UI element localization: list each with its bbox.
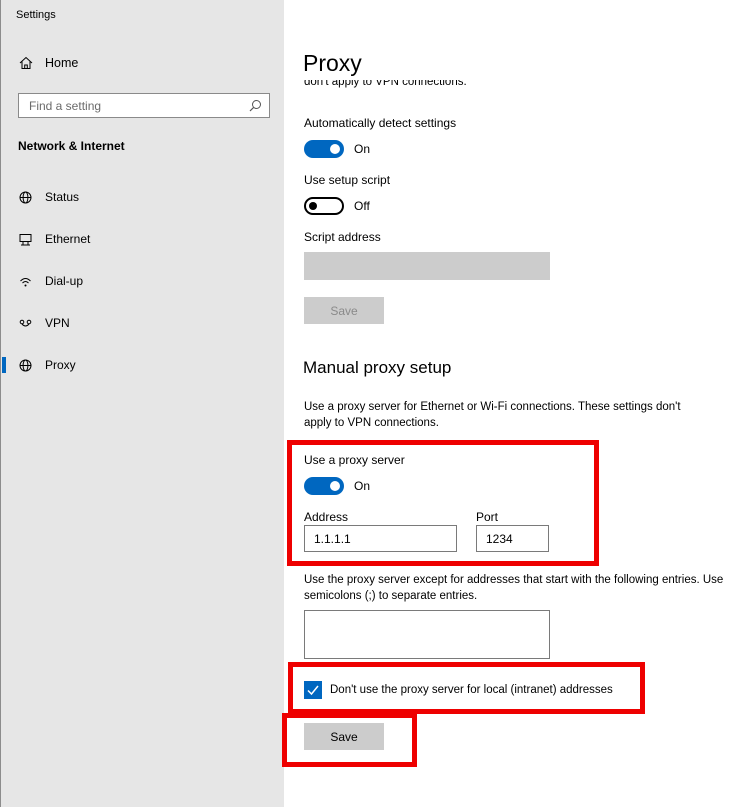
section-heading: Network & Internet bbox=[18, 139, 125, 153]
sidebar-item-label: Dial-up bbox=[45, 274, 84, 288]
manual-proxy-description: Use a proxy server for Ethernet or Wi-Fi… bbox=[304, 401, 681, 429]
search-placeholder: Find a setting bbox=[29, 98, 102, 113]
manual-proxy-heading: Manual proxy setup bbox=[303, 358, 452, 377]
exceptions-description: Use the proxy server except for addresse… bbox=[304, 574, 724, 602]
sidebar-item-label: VPN bbox=[45, 316, 70, 330]
sidebar: Settings Home Find a setting Network & I… bbox=[0, 0, 284, 807]
window-title: Settings bbox=[16, 9, 56, 21]
exceptions-textarea[interactable] bbox=[304, 610, 550, 659]
sidebar-item-label: Proxy bbox=[45, 358, 76, 372]
auto-detect-toggle[interactable] bbox=[304, 140, 344, 158]
search-icon[interactable] bbox=[249, 99, 262, 112]
script-save-button[interactable]: Save bbox=[304, 297, 384, 324]
main-panel: Proxy don't apply to VPN connections. Au… bbox=[282, 0, 755, 807]
home-icon bbox=[19, 56, 33, 69]
sidebar-item-proxy[interactable]: Proxy bbox=[1, 347, 285, 383]
sidebar-item-dialup[interactable]: Dial-up bbox=[1, 263, 285, 299]
auto-detect-state: On bbox=[354, 142, 371, 156]
auto-detect-label: Automatically detect settings bbox=[304, 116, 457, 130]
vpn-icon bbox=[18, 316, 32, 330]
script-address-label: Script address bbox=[304, 230, 381, 244]
setup-script-state: Off bbox=[354, 199, 370, 213]
sidebar-item-label: Ethernet bbox=[45, 232, 91, 246]
sidebar-item-ethernet[interactable]: Ethernet bbox=[1, 221, 285, 257]
script-address-field[interactable] bbox=[304, 252, 550, 280]
globe-icon bbox=[18, 358, 32, 372]
home-button[interactable]: Home bbox=[19, 56, 78, 70]
sidebar-item-vpn[interactable]: VPN bbox=[1, 305, 285, 341]
globe-icon bbox=[18, 190, 32, 204]
highlight-local-bypass-box bbox=[288, 662, 645, 714]
ethernet-icon bbox=[18, 232, 32, 246]
highlight-proxy-server-box bbox=[287, 440, 599, 566]
home-label: Home bbox=[45, 56, 79, 70]
dialup-icon bbox=[18, 274, 32, 288]
sidebar-item-status[interactable]: Status bbox=[1, 179, 285, 215]
clipped-description: don't apply to VPN connections. bbox=[304, 80, 467, 88]
sidebar-item-label: Status bbox=[45, 190, 80, 204]
highlight-save-box bbox=[282, 713, 417, 767]
setup-script-label: Use setup script bbox=[304, 173, 391, 187]
search-input[interactable]: Find a setting bbox=[18, 93, 270, 118]
page-title: Proxy bbox=[303, 50, 362, 76]
setup-script-toggle[interactable] bbox=[304, 197, 344, 215]
